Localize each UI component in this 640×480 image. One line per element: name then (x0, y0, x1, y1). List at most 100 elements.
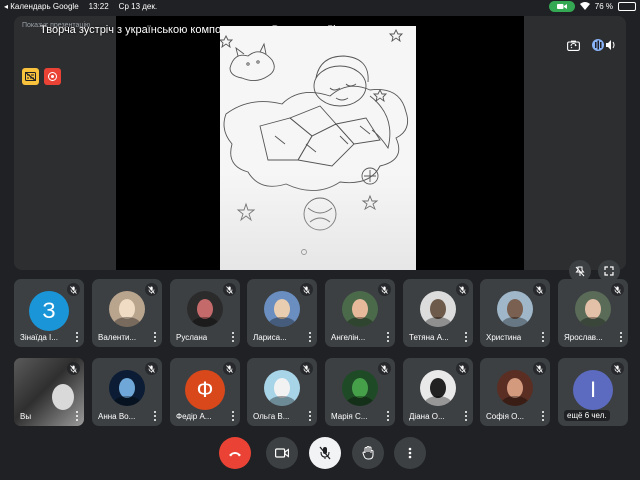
avatar-body (346, 396, 374, 406)
avatar-face (119, 299, 135, 319)
avatar-face (585, 299, 601, 319)
back-to-app-link[interactable]: ◂ Календарь Google (4, 2, 79, 11)
more-vert-icon[interactable] (387, 411, 390, 421)
participant-name: Валенти... (98, 333, 137, 342)
avatar-body (191, 317, 219, 327)
participant-name: Христина (486, 333, 522, 342)
participant-tile[interactable]: Ф Федір А... (170, 358, 240, 426)
avatar-face (352, 299, 368, 319)
avatar-body (501, 396, 529, 406)
participant-tile[interactable]: Ольга В... (247, 358, 317, 426)
participant-name: Софія О... (486, 412, 525, 421)
avatar-body (268, 317, 296, 327)
avatar-face (430, 378, 446, 398)
call-controls (0, 437, 640, 469)
participant-name: Вы (20, 412, 32, 421)
avatar-face (274, 378, 290, 398)
participant-name: Марія С... (331, 412, 368, 421)
captions-off-icon[interactable] (22, 68, 39, 85)
participant-name: Ольга В... (253, 412, 290, 421)
more-vert-icon[interactable] (154, 332, 157, 342)
mic-off-icon (611, 362, 624, 375)
participant-tile[interactable]: Тетяна А... (403, 279, 473, 347)
avatar-face (430, 299, 446, 319)
more-vert-icon[interactable] (465, 332, 468, 342)
avatar (109, 370, 145, 406)
participant-tile[interactable]: Марія С... (325, 358, 395, 426)
avatar-body (113, 396, 141, 406)
mic-off-icon (300, 283, 313, 296)
participant-name: Федір А... (176, 412, 212, 421)
top-right-actions (566, 38, 616, 52)
avatar (264, 370, 300, 406)
camera-button[interactable] (266, 437, 298, 469)
avatar (342, 291, 378, 327)
avatar (342, 370, 378, 406)
participant-tile[interactable]: Лариса... (247, 279, 317, 347)
avatar-face (274, 299, 290, 319)
mic-button[interactable] (309, 437, 341, 469)
battery-icon (618, 2, 636, 11)
avatar-face (352, 378, 368, 398)
more-vert-icon[interactable] (232, 332, 235, 342)
participant-tile[interactable]: Ангелін... (325, 279, 395, 347)
mic-off-icon (378, 362, 391, 375)
more-vert-icon[interactable] (387, 332, 390, 342)
more-vert-icon[interactable] (232, 411, 235, 421)
mic-off-icon (223, 362, 236, 375)
mic-off-icon (611, 283, 624, 296)
more-options-button[interactable] (394, 437, 426, 469)
participant-name: Ангелін... (331, 333, 366, 342)
mic-off-icon (223, 283, 236, 296)
status-time: 13:22 (88, 2, 109, 11)
switch-camera-icon[interactable] (566, 38, 580, 52)
participant-tile[interactable]: Ярослав... (558, 279, 628, 347)
participant-tile[interactable]: Анна Во... (92, 358, 162, 426)
more-vert-icon[interactable] (76, 411, 79, 421)
fullscreen-icon (604, 266, 614, 276)
more-vert-icon[interactable] (542, 411, 545, 421)
more-vert-icon[interactable] (620, 332, 623, 342)
mic-off-icon (533, 283, 546, 296)
participant-tile[interactable]: Валенти... (92, 279, 162, 347)
mic-off-icon (456, 362, 469, 375)
participant-name: Анна Во... (98, 412, 136, 421)
mic-off-icon (533, 362, 546, 375)
avatar (497, 291, 533, 327)
mic-off-icon (456, 283, 469, 296)
participant-name: Діана О... (409, 412, 445, 421)
participant-tile[interactable]: Іещё 6 чел. (558, 358, 628, 426)
more-vert-icon[interactable] (309, 332, 312, 342)
end-call-button[interactable] (219, 437, 251, 469)
participant-name: Лариса... (253, 333, 287, 342)
mic-off-icon (319, 446, 331, 460)
more-vert-icon[interactable] (154, 411, 157, 421)
participant-name: Ярослав... (564, 333, 603, 342)
status-date: Ср 13 дек. (118, 2, 158, 11)
more-vert-icon (408, 447, 412, 459)
presentation-slide-image (220, 26, 416, 270)
raise-hand-button[interactable] (352, 437, 384, 469)
more-vert-icon[interactable] (76, 332, 79, 342)
participant-tile[interactable]: Христина (480, 279, 550, 347)
avatar (497, 370, 533, 406)
speaker-icon[interactable] (592, 38, 616, 52)
more-vert-icon[interactable] (465, 411, 468, 421)
avatar-face (507, 378, 523, 398)
participant-tile[interactable]: Софія О... (480, 358, 550, 426)
participant-name: Зінаїда І... (20, 333, 58, 342)
wifi-icon (579, 1, 590, 12)
mic-off-icon (67, 283, 80, 296)
more-vert-icon[interactable] (309, 411, 312, 421)
participant-tile[interactable]: Діана О... (403, 358, 473, 426)
more-vert-icon[interactable] (542, 332, 545, 342)
camera-icon (275, 448, 289, 458)
avatar: І (573, 370, 613, 410)
end-call-icon (229, 451, 241, 456)
mic-off-icon (145, 362, 158, 375)
person-silhouette (52, 384, 74, 410)
participant-tile[interactable]: Вы (14, 358, 84, 426)
avatar (187, 291, 223, 327)
participant-tile[interactable]: З Зінаїда І... (14, 279, 84, 347)
participant-tile[interactable]: Руслана (170, 279, 240, 347)
